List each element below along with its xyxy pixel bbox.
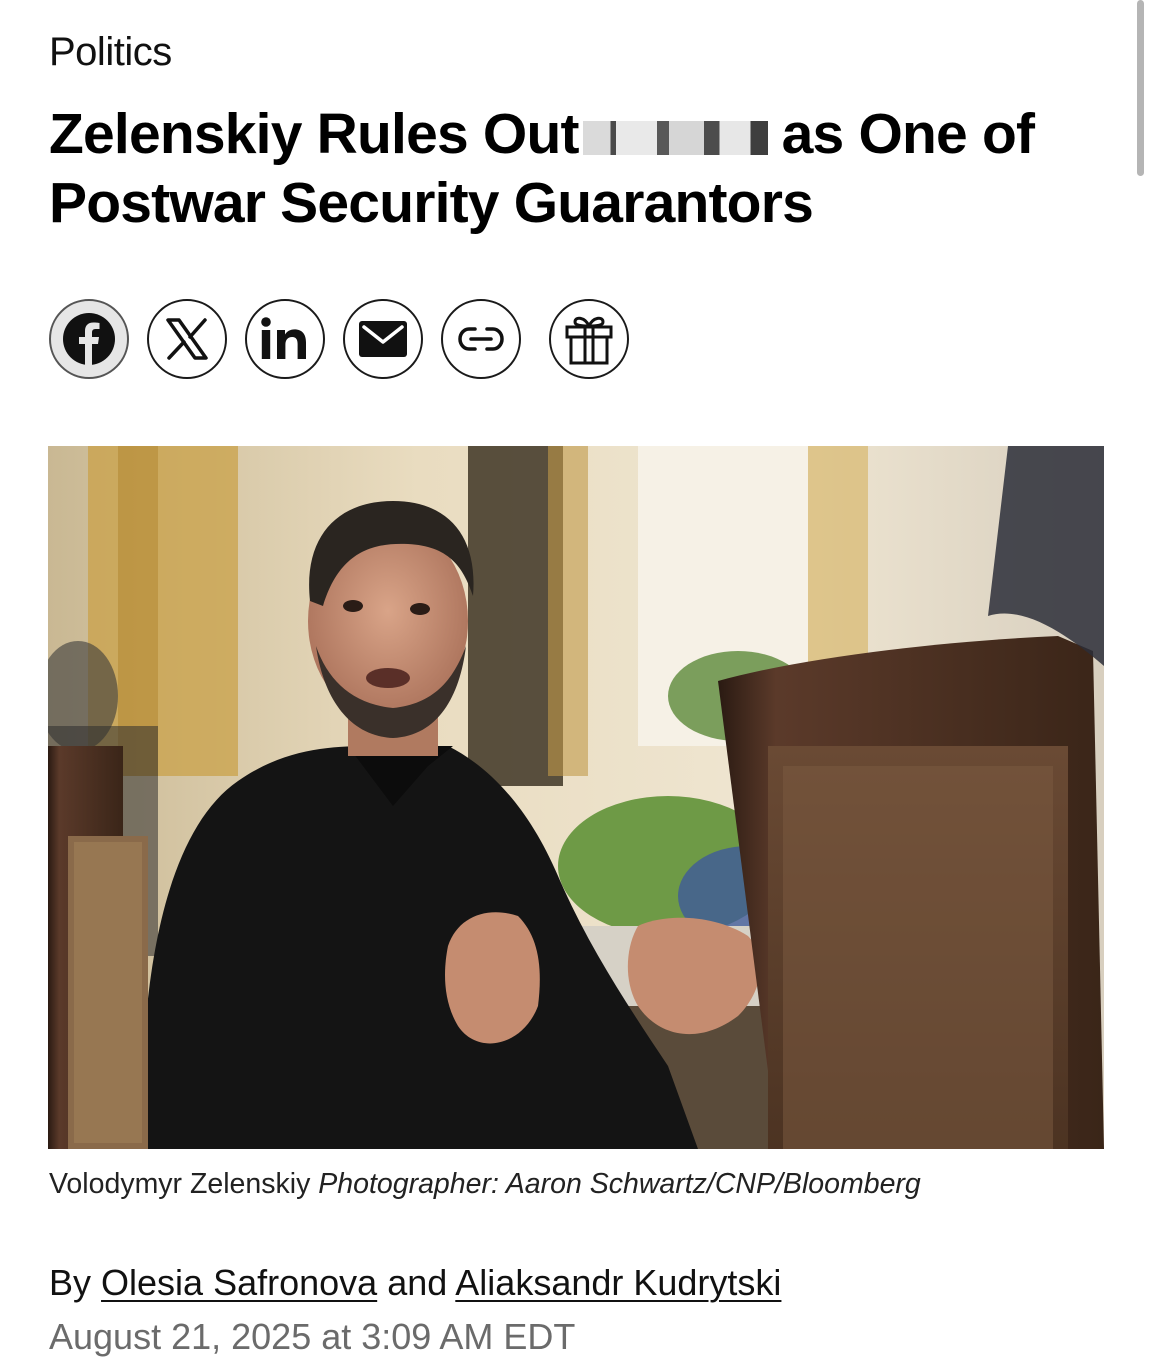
- share-email-button[interactable]: [343, 299, 423, 379]
- byline-prefix: By: [49, 1262, 92, 1303]
- mail-icon: [359, 321, 407, 357]
- byline: By Olesia Safronova and Aliaksandr Kudry…: [49, 1262, 781, 1304]
- share-linkedin-button[interactable]: [245, 299, 325, 379]
- gift-icon: [565, 316, 613, 365]
- copy-link-button[interactable]: [441, 299, 521, 379]
- photo-illustration: [48, 446, 1104, 1149]
- caption-credit: Photographer: Aaron Schwartz/CNP/Bloombe…: [318, 1168, 921, 1200]
- photo-caption: Volodymyr Zelenskiy Photographer: Aaron …: [49, 1168, 921, 1201]
- article-photo: [48, 446, 1104, 1149]
- x-icon: [166, 318, 208, 360]
- author-link-2[interactable]: Aliaksandr Kudrytski: [455, 1262, 781, 1303]
- headline: Zelenskiy Rules Out as One of Postwar Sec…: [49, 100, 1119, 238]
- share-x-button[interactable]: [147, 299, 227, 379]
- redacted-word-blur: [582, 121, 778, 155]
- author-link-1[interactable]: Olesia Safronova: [101, 1262, 377, 1303]
- section-label[interactable]: Politics: [49, 30, 172, 75]
- headline-part-1: Zelenskiy Rules Out: [49, 102, 579, 166]
- facebook-icon: [63, 313, 115, 365]
- share-bar: [49, 299, 629, 383]
- scrollbar[interactable]: [1137, 0, 1144, 176]
- linkedin-icon: [261, 317, 306, 359]
- byline-and: and: [387, 1262, 448, 1303]
- caption-subject: Volodymyr Zelenskiy: [49, 1168, 311, 1200]
- publish-date: August 21, 2025 at 3:09 AM EDT: [49, 1316, 576, 1357]
- share-facebook-button[interactable]: [49, 299, 129, 379]
- gift-article-button[interactable]: [549, 299, 629, 379]
- link-icon: [458, 327, 504, 351]
